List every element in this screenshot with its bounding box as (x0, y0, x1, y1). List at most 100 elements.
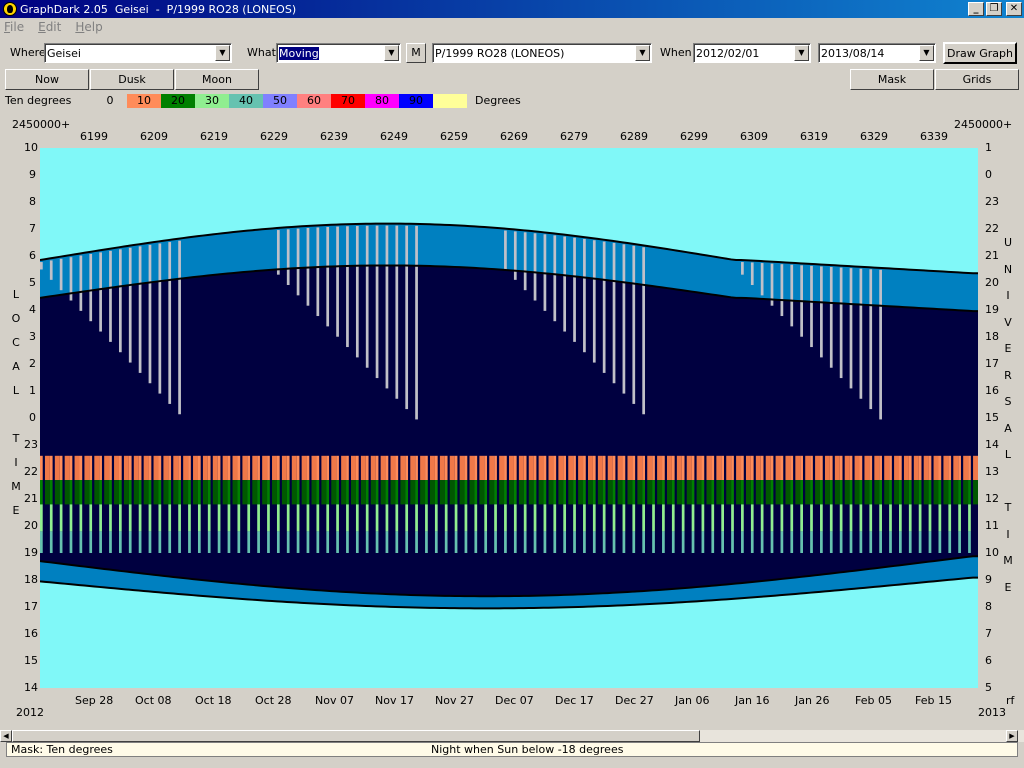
date-tick: Dec 17 (555, 694, 594, 707)
visibility-graph: 2450000+ 2450000+ 6199 6209 6219 6229 6239 62… (0, 110, 1024, 730)
ut-hour-tick: 20 (985, 276, 999, 289)
ut-letter: M (1003, 554, 1013, 567)
ut-letter: I (1006, 289, 1010, 302)
menu-file[interactable]: File (4, 20, 24, 34)
date-tick: Feb 05 (855, 694, 892, 707)
date-tick: Nov 27 (435, 694, 474, 707)
chevron-down-icon[interactable]: ▼ (215, 45, 230, 61)
ut-letter: U (1003, 236, 1013, 249)
what-value: Moving (279, 47, 319, 60)
scroll-thumb[interactable] (12, 730, 700, 742)
jd-tick: 6239 (320, 130, 348, 143)
where-select[interactable]: Geisei ▼ (44, 43, 232, 63)
close-button[interactable]: ✕ (1006, 2, 1022, 16)
legend-label: Ten degrees (5, 94, 72, 107)
chevron-down-icon[interactable]: ▼ (384, 45, 399, 61)
year-start: 2012 (16, 706, 44, 719)
date-tick: Nov 17 (375, 694, 414, 707)
legend-swatch (433, 93, 467, 108)
date-start-select[interactable]: 2012/02/01 ▼ (693, 43, 811, 63)
legend-swatch: 70 (331, 93, 365, 108)
jd-tick: 6199 (80, 130, 108, 143)
local-hour-tick: 2 (29, 357, 36, 370)
legend-swatches: 0 10 20 30 40 50 60 70 80 90 (93, 93, 467, 108)
menu-bar: File Edit Help (0, 18, 1024, 36)
maximize-button[interactable]: ❐ (986, 2, 1002, 16)
menu-help[interactable]: Help (75, 20, 102, 34)
where-value: Geisei (47, 47, 81, 60)
local-hour-tick: 4 (29, 303, 36, 316)
local-hour-tick: 16 (24, 627, 38, 640)
ut-letter: I (1006, 527, 1010, 541)
date-tick: Jan 16 (735, 694, 770, 707)
local-hour-tick: 23 (24, 438, 38, 451)
local-hour-tick: 1 (29, 384, 36, 397)
date-tick: Jan 06 (675, 694, 710, 707)
moon-button[interactable]: Moon (175, 69, 259, 90)
ut-letter: E (1004, 580, 1012, 594)
local-hour-tick: 8 (29, 195, 36, 208)
local-time-letter: L (12, 288, 20, 301)
date-tick: Jan 26 (795, 694, 830, 707)
local-hour-tick: 5 (29, 276, 36, 289)
date-tick: Sep 28 (75, 694, 114, 707)
what-select[interactable]: Moving ▼ (276, 43, 401, 63)
mask-button[interactable]: Mask (850, 69, 934, 90)
ut-hour-tick: 10 (985, 546, 999, 559)
ut-hour-tick: 13 (985, 465, 999, 478)
ut-hour-tick: 0 (985, 168, 992, 181)
jd-tick: 6289 (620, 130, 648, 143)
date-tick: Feb 15 (915, 694, 952, 707)
m-button[interactable]: M (406, 43, 426, 63)
when-label: When (660, 46, 692, 59)
jd-tick: 6299 (680, 130, 708, 143)
view-buttons: Now Dusk Moon Mask Grids (0, 67, 1024, 91)
local-time-letter: I (14, 456, 18, 469)
ut-hour-tick: 22 (985, 222, 999, 235)
ut-hour-tick: 17 (985, 357, 999, 370)
local-hour-tick: 7 (29, 222, 36, 235)
now-button[interactable]: Now (5, 69, 89, 90)
local-hour-tick: 21 (24, 492, 38, 505)
draw-graph-button[interactable]: Draw Graph (943, 42, 1017, 64)
jd-prefix-right: 2450000+ (954, 118, 1013, 131)
legend-swatch: 30 (195, 93, 229, 108)
jd-prefix-left: 2450000+ (12, 118, 71, 131)
window-title: GraphDark 2.05 Geisei - P/1999 RO28 (LON… (20, 2, 297, 16)
jd-tick: 6329 (860, 130, 888, 143)
dusk-button[interactable]: Dusk (90, 69, 174, 90)
visibility-plot[interactable] (40, 148, 978, 688)
legend-swatch: 50 (263, 93, 297, 108)
legend-swatch: 80 (365, 93, 399, 108)
ut-hour-tick: 1 (985, 141, 992, 154)
chevron-down-icon[interactable]: ▼ (635, 45, 650, 61)
minimize-button[interactable]: _ (968, 2, 984, 16)
legend-swatch: 90 (399, 93, 433, 108)
legend-unit: Degrees (475, 94, 521, 107)
jd-tick: 6219 (200, 130, 228, 143)
ut-hour-tick: 9 (985, 573, 992, 586)
ut-letter: N (1003, 262, 1013, 276)
grids-button[interactable]: Grids (935, 69, 1019, 90)
chevron-down-icon[interactable]: ▼ (794, 45, 809, 61)
jd-tick: 6339 (920, 130, 948, 143)
scroll-right-icon[interactable]: ▶ (1006, 730, 1018, 742)
scroll-left-icon[interactable]: ◀ (0, 730, 12, 742)
legend-swatch: 60 (297, 93, 331, 108)
app-icon (3, 2, 17, 16)
ut-letter: L (1004, 448, 1012, 461)
menu-edit[interactable]: Edit (38, 20, 61, 34)
legend-swatch: 40 (229, 93, 263, 108)
year-end: 2013 (978, 706, 1006, 719)
ut-hour-tick: 14 (985, 438, 999, 451)
status-mask: Mask: Ten degrees (11, 743, 113, 756)
status-night: Night when Sun below -18 degrees (431, 743, 624, 756)
ut-hour-tick: 8 (985, 600, 992, 613)
ut-letter: V (1004, 315, 1012, 329)
horizontal-scrollbar[interactable]: ◀ ▶ (0, 730, 1024, 742)
object-select[interactable]: P/1999 RO28 (LONEOS) ▼ (432, 43, 652, 63)
local-time-letter: C (12, 336, 20, 349)
chevron-down-icon[interactable]: ▼ (919, 45, 934, 61)
ut-hour-tick: 15 (985, 411, 999, 424)
date-end-select[interactable]: 2013/08/14 ▼ (818, 43, 936, 63)
